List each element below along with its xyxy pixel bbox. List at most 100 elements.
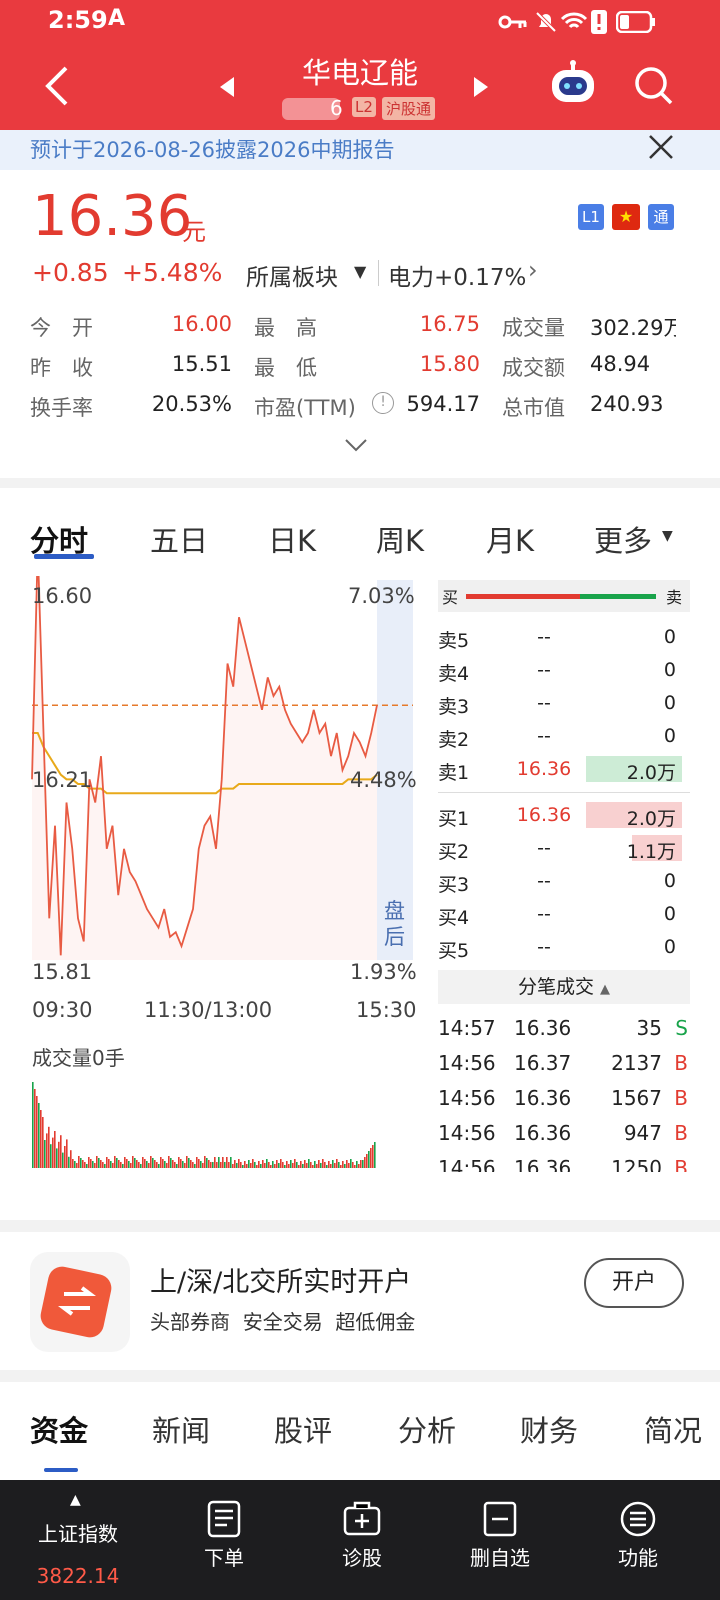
intraday-chart[interactable] [0,576,430,1208]
bid-label: 买4 [438,907,470,929]
volume-bar [128,1161,130,1168]
bid-row[interactable]: 买3 -- 0 [438,864,690,898]
nav-order-label: 下单 [204,1546,244,1570]
bid-price: 16.36 [516,804,572,826]
volume-bar [306,1163,308,1168]
nav-remove-watch[interactable]: 删自选 [428,1480,572,1600]
nav-order[interactable]: 下单 [152,1480,296,1600]
stat-label: 昨 收 [30,356,93,380]
chart-tab[interactable]: 月K [486,518,534,560]
info-tab[interactable]: 财务 [520,1408,578,1450]
sector-value-link[interactable]: 电力+0.17% [388,258,526,292]
bid-row[interactable]: 买5 -- 0 [438,930,690,964]
volume-bar [316,1164,318,1168]
volume-bar [144,1159,146,1168]
volume-bar [96,1156,98,1168]
volume-bar [136,1160,138,1168]
tick-price: 16.36 [514,1016,572,1040]
volume-bar [162,1159,164,1168]
info-tab[interactable]: 简况 [644,1408,702,1450]
volume-bar [100,1160,102,1168]
open-account-button[interactable]: 开户 [584,1258,684,1308]
tick-row: 14:56 16.36 1250 B [438,1152,690,1172]
volume-bar [156,1162,158,1168]
volume-bar [132,1156,134,1168]
close-icon[interactable] [648,134,674,160]
volume-bar [138,1162,140,1168]
volume-bar [42,1117,44,1168]
volume-bar [198,1159,200,1168]
bid-row[interactable]: 买4 -- 0 [438,897,690,931]
volume-bar [318,1160,320,1168]
ticks-header[interactable]: 分笔成交 ▲ [438,970,690,1004]
tick-volume: 1250 [611,1156,662,1172]
volume-bar [58,1141,60,1168]
volume-bar [310,1162,312,1168]
volume-bar [218,1157,220,1168]
nav-functions-label: 功能 [618,1546,658,1570]
back-icon[interactable] [44,66,70,106]
ask-row[interactable]: 卖3 -- 0 [438,686,690,720]
volume-bar [112,1163,114,1168]
volume-bar [216,1162,218,1168]
volume-bar [254,1162,256,1168]
chart-tab[interactable]: 日K [268,518,316,560]
volume-bar [76,1163,78,1168]
info-tab[interactable]: 资金 [30,1408,88,1450]
volume-bar [330,1164,332,1168]
nav-functions[interactable]: 功能 [566,1480,710,1600]
expand-chevron-icon[interactable] [344,438,368,452]
volume-bar [140,1164,142,1168]
robot-assistant-icon[interactable] [548,60,598,106]
promo-subtitle: 头部券商 安全交易 超低佣金 [150,1310,416,1334]
volume-bar [284,1165,286,1168]
caret-down-icon: ▼ [662,528,673,544]
volume-bar [60,1135,62,1168]
chevron-right-icon: › [528,256,538,284]
info-tab[interactable]: 股评 [274,1408,332,1450]
search-icon[interactable] [634,66,674,106]
volume-bar [90,1159,92,1168]
volume-bar [286,1161,288,1168]
stat-label: 最 低 [254,356,317,380]
info-icon[interactable]: ! [372,392,394,414]
chart-section: 分时 五日 日K 周K 月K 更多 ▼ 16.60 16.21 15.81 7.03% 4.… [0,488,720,1220]
nav-remove-label: 删自选 [470,1546,530,1570]
volume-bar [210,1162,212,1168]
bid-row[interactable]: 买2 -- 1.1万 [438,831,690,865]
volume-bar [354,1165,356,1168]
ask-row[interactable]: 卖1 16.36 2.0万 [438,752,690,786]
tick-side: S [675,1016,688,1040]
volume-bar [174,1162,176,1168]
volume-bar [246,1164,248,1168]
prev-stock-icon[interactable] [218,76,236,98]
index-value: 3822.14 [36,1564,120,1588]
stock-code: 6 [330,96,343,120]
chart-tab[interactable]: 更多 [594,518,652,560]
volume-bar [212,1162,214,1168]
report-banner[interactable]: 预计于2026-08-26披露2026中期报告 [0,130,720,170]
app-notification-icon: A [108,6,126,31]
chart-tab[interactable]: 周K [376,518,424,560]
bottom-nav: ▲ 上证指数 3822.14 下单 诊股 删自选 功能 [0,1480,720,1600]
volume-bar [194,1164,196,1168]
volume-bar [50,1144,52,1168]
volume-bar [334,1163,336,1168]
ask-label: 卖1 [438,762,470,784]
chart-tab[interactable]: 五日 [150,518,208,560]
ask-row[interactable]: 卖5 -- 0 [438,620,690,654]
ask-row[interactable]: 卖2 -- 0 [438,719,690,753]
ask-row[interactable]: 卖4 -- 0 [438,653,690,687]
ask-price: 16.36 [516,758,572,780]
nav-diagnose[interactable]: 诊股 [290,1480,434,1600]
volume-bar [370,1148,372,1168]
info-tab[interactable]: 新闻 [152,1408,210,1450]
nav-index[interactable]: ▲ 上证指数 3822.14 [6,1480,150,1600]
sector-dropdown[interactable]: 所属板块 [246,258,338,292]
info-tab[interactable]: 分析 [398,1408,456,1450]
next-stock-icon[interactable] [472,76,490,98]
volume-bar [116,1158,118,1168]
account-promo[interactable]: 上/深/北交所实时开户 头部券商 安全交易 超低佣金 开户 [0,1232,720,1370]
pct-tick-low: 1.93% [350,960,417,984]
bid-row[interactable]: 买1 16.36 2.0万 [438,798,690,832]
